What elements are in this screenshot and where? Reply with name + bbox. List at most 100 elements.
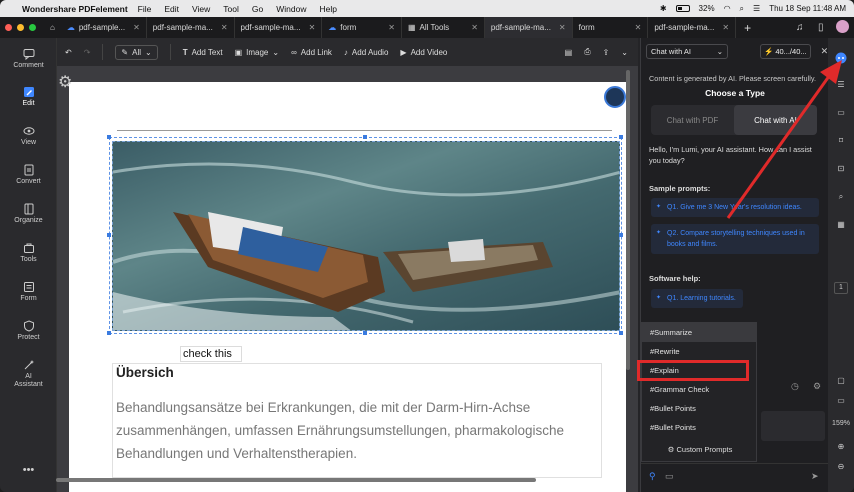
tab-all-tools[interactable]: ▦ All Tools ✕ <box>402 17 485 38</box>
menu-file[interactable]: File <box>138 4 152 14</box>
add-audio-button[interactable]: ♪ Add Audio <box>344 48 388 57</box>
search-icon[interactable]: ⌕ <box>740 4 744 14</box>
app-name[interactable]: Wondershare PDFelement <box>22 4 128 14</box>
resize-handle[interactable] <box>107 135 111 139</box>
close-icon[interactable]: ✕ <box>471 23 478 32</box>
menu-item-summarize[interactable]: #Summarize <box>642 323 756 342</box>
undo-icon[interactable]: ↶ <box>65 48 72 57</box>
more-actions-icon[interactable]: ⌄ <box>621 48 628 57</box>
zoom-out-icon[interactable]: ⊖ <box>828 462 854 471</box>
sample-prompt-2[interactable]: Q2. Compare storytelling techniques used… <box>651 224 819 254</box>
bell-icon[interactable]: ♫ <box>796 22 804 33</box>
close-icon[interactable]: ✕ <box>309 23 316 32</box>
thumbnail-icon[interactable]: ▦ <box>828 220 854 229</box>
add-text-button[interactable]: T Add Text <box>183 48 223 57</box>
close-window-button[interactable] <box>5 24 12 31</box>
wifi-icon[interactable]: ◠ <box>724 4 731 13</box>
bluetooth-icon[interactable]: ✱ <box>660 4 667 13</box>
sidebar-item-form[interactable]: Form <box>0 281 57 302</box>
close-icon[interactable]: ✕ <box>635 23 642 32</box>
custom-prompts-button[interactable]: ⚙ Custom Prompts <box>642 445 758 454</box>
settings-icon[interactable]: ⚙ <box>813 381 821 392</box>
menu-item-rewrite[interactable]: #Rewrite <box>642 342 756 361</box>
print-icon[interactable]: ⎙ <box>584 47 590 57</box>
credits-badge[interactable]: ⚡ 40.../40... <box>760 43 811 59</box>
sidebar-item-ai-assistant[interactable]: AI Assistant <box>0 359 57 389</box>
menu-item-bullet-points[interactable]: #Bullet Points <box>642 399 756 418</box>
ai-mode-select[interactable]: Chat with AI ⌄ <box>646 43 728 59</box>
horizontal-scrollbar[interactable] <box>56 478 536 482</box>
section-heading[interactable]: Übersich <box>116 365 174 380</box>
boat-image[interactable] <box>112 141 620 331</box>
edit-all-dropdown[interactable]: ✎ All ⌄ <box>115 44 158 60</box>
sidebar-item-edit[interactable]: Edit <box>0 86 57 107</box>
tab-7[interactable]: form ✕ <box>573 17 649 38</box>
resize-handle[interactable] <box>107 233 111 237</box>
ai-floating-icon[interactable] <box>604 86 626 108</box>
menu-go[interactable]: Go <box>252 4 263 14</box>
tab-1[interactable]: ☁ pdf-sample... ✕ <box>61 17 147 38</box>
resize-handle[interactable] <box>363 331 367 335</box>
scan-icon[interactable]: ⊡ <box>828 164 854 173</box>
close-icon[interactable]: ✕ <box>559 23 566 32</box>
sidebar-item-organize[interactable]: Organize <box>0 203 57 224</box>
zoom-in-icon[interactable]: ⊕ <box>828 442 854 451</box>
sidebar-item-protect[interactable]: Protect <box>0 320 57 341</box>
minimize-window-button[interactable] <box>17 24 24 31</box>
sidebar-item-convert[interactable]: Convert <box>0 164 57 185</box>
menubar-clock[interactable]: Thu 18 Sep 11:48 AM <box>769 4 846 13</box>
close-icon[interactable]: ✕ <box>221 23 228 32</box>
stack-icon[interactable]: ☰ <box>828 80 854 89</box>
send-icon[interactable]: ➤ <box>811 471 819 482</box>
tab-6[interactable]: pdf-sample-ma... ✕ <box>484 17 573 38</box>
redo-icon[interactable]: ↷ <box>84 48 91 57</box>
control-center-icon[interactable]: ☰ <box>753 4 760 13</box>
ai-chat-icon[interactable] <box>835 52 847 64</box>
battery-icon[interactable] <box>675 5 690 12</box>
menu-help[interactable]: Help <box>319 4 336 14</box>
attach-icon[interactable]: ▭ <box>665 471 674 482</box>
help-item-1[interactable]: Q1. Learning tutorials. <box>651 289 743 308</box>
sidebar-item-comment[interactable]: Comment <box>0 48 57 69</box>
fit-page-icon[interactable]: ▢ <box>828 376 854 385</box>
menu-edit[interactable]: Edit <box>164 4 179 14</box>
prompt-input-area[interactable] <box>761 411 825 441</box>
menu-view[interactable]: View <box>192 4 210 14</box>
resize-handle[interactable] <box>107 331 111 335</box>
search-icon[interactable]: ⌕ <box>828 192 854 202</box>
tab-4[interactable]: ☁ form ✕ <box>322 17 402 38</box>
home-icon[interactable]: ⌂ <box>44 17 61 38</box>
body-paragraph[interactable]: Behandlungsansätze bei Erkrankungen, die… <box>116 396 606 465</box>
close-icon[interactable]: ✕ <box>722 23 729 32</box>
resize-handle[interactable] <box>619 331 623 335</box>
tab-3[interactable]: pdf-sample-ma... ✕ <box>235 17 323 38</box>
tablet-icon[interactable]: ▯ <box>818 22 824 33</box>
avatar[interactable] <box>836 20 849 33</box>
add-link-button[interactable]: ∞ Add Link <box>291 48 332 57</box>
filter-icon[interactable]: ⚙ <box>58 72 72 91</box>
save-icon[interactable]: ▤ <box>565 48 573 57</box>
zoom-level[interactable]: 159% <box>828 420 854 427</box>
close-icon[interactable]: ✕ <box>388 23 395 32</box>
resize-handle[interactable] <box>619 233 623 237</box>
menu-tool[interactable]: Tool <box>223 4 239 14</box>
tab-8[interactable]: pdf-sample-ma... ✕ <box>648 17 737 38</box>
add-video-button[interactable]: ▶ Add Video <box>400 48 447 57</box>
menu-item-bullet-points-2[interactable]: #Bullet Points <box>642 418 756 437</box>
tab-chat-with-pdf[interactable]: Chat with PDF <box>651 105 734 135</box>
resize-handle[interactable] <box>619 135 623 139</box>
tab-2[interactable]: pdf-sample-ma... ✕ <box>147 17 235 38</box>
tab-chat-with-ai[interactable]: Chat with AI <box>734 105 817 135</box>
sample-prompt-1[interactable]: Q1. Give me 3 New Year's resolution idea… <box>651 198 819 217</box>
share-icon[interactable]: ⇪ <box>603 48 610 57</box>
text-annotation[interactable]: check this <box>180 346 242 362</box>
clock-icon[interactable]: ◷ <box>791 381 799 392</box>
new-tab-icon[interactable]: + <box>744 21 751 35</box>
comment-icon[interactable]: ▭ <box>828 108 854 117</box>
zoom-window-button[interactable] <box>29 24 36 31</box>
page-indicator[interactable]: 1 <box>834 282 848 294</box>
menu-item-grammar-check[interactable]: #Grammar Check <box>642 380 756 399</box>
more-icon[interactable]: ••• <box>0 464 57 476</box>
image-button[interactable]: ▣ Image ⌄ <box>235 48 280 57</box>
prompt-library-icon[interactable]: ⚲ <box>649 471 656 482</box>
